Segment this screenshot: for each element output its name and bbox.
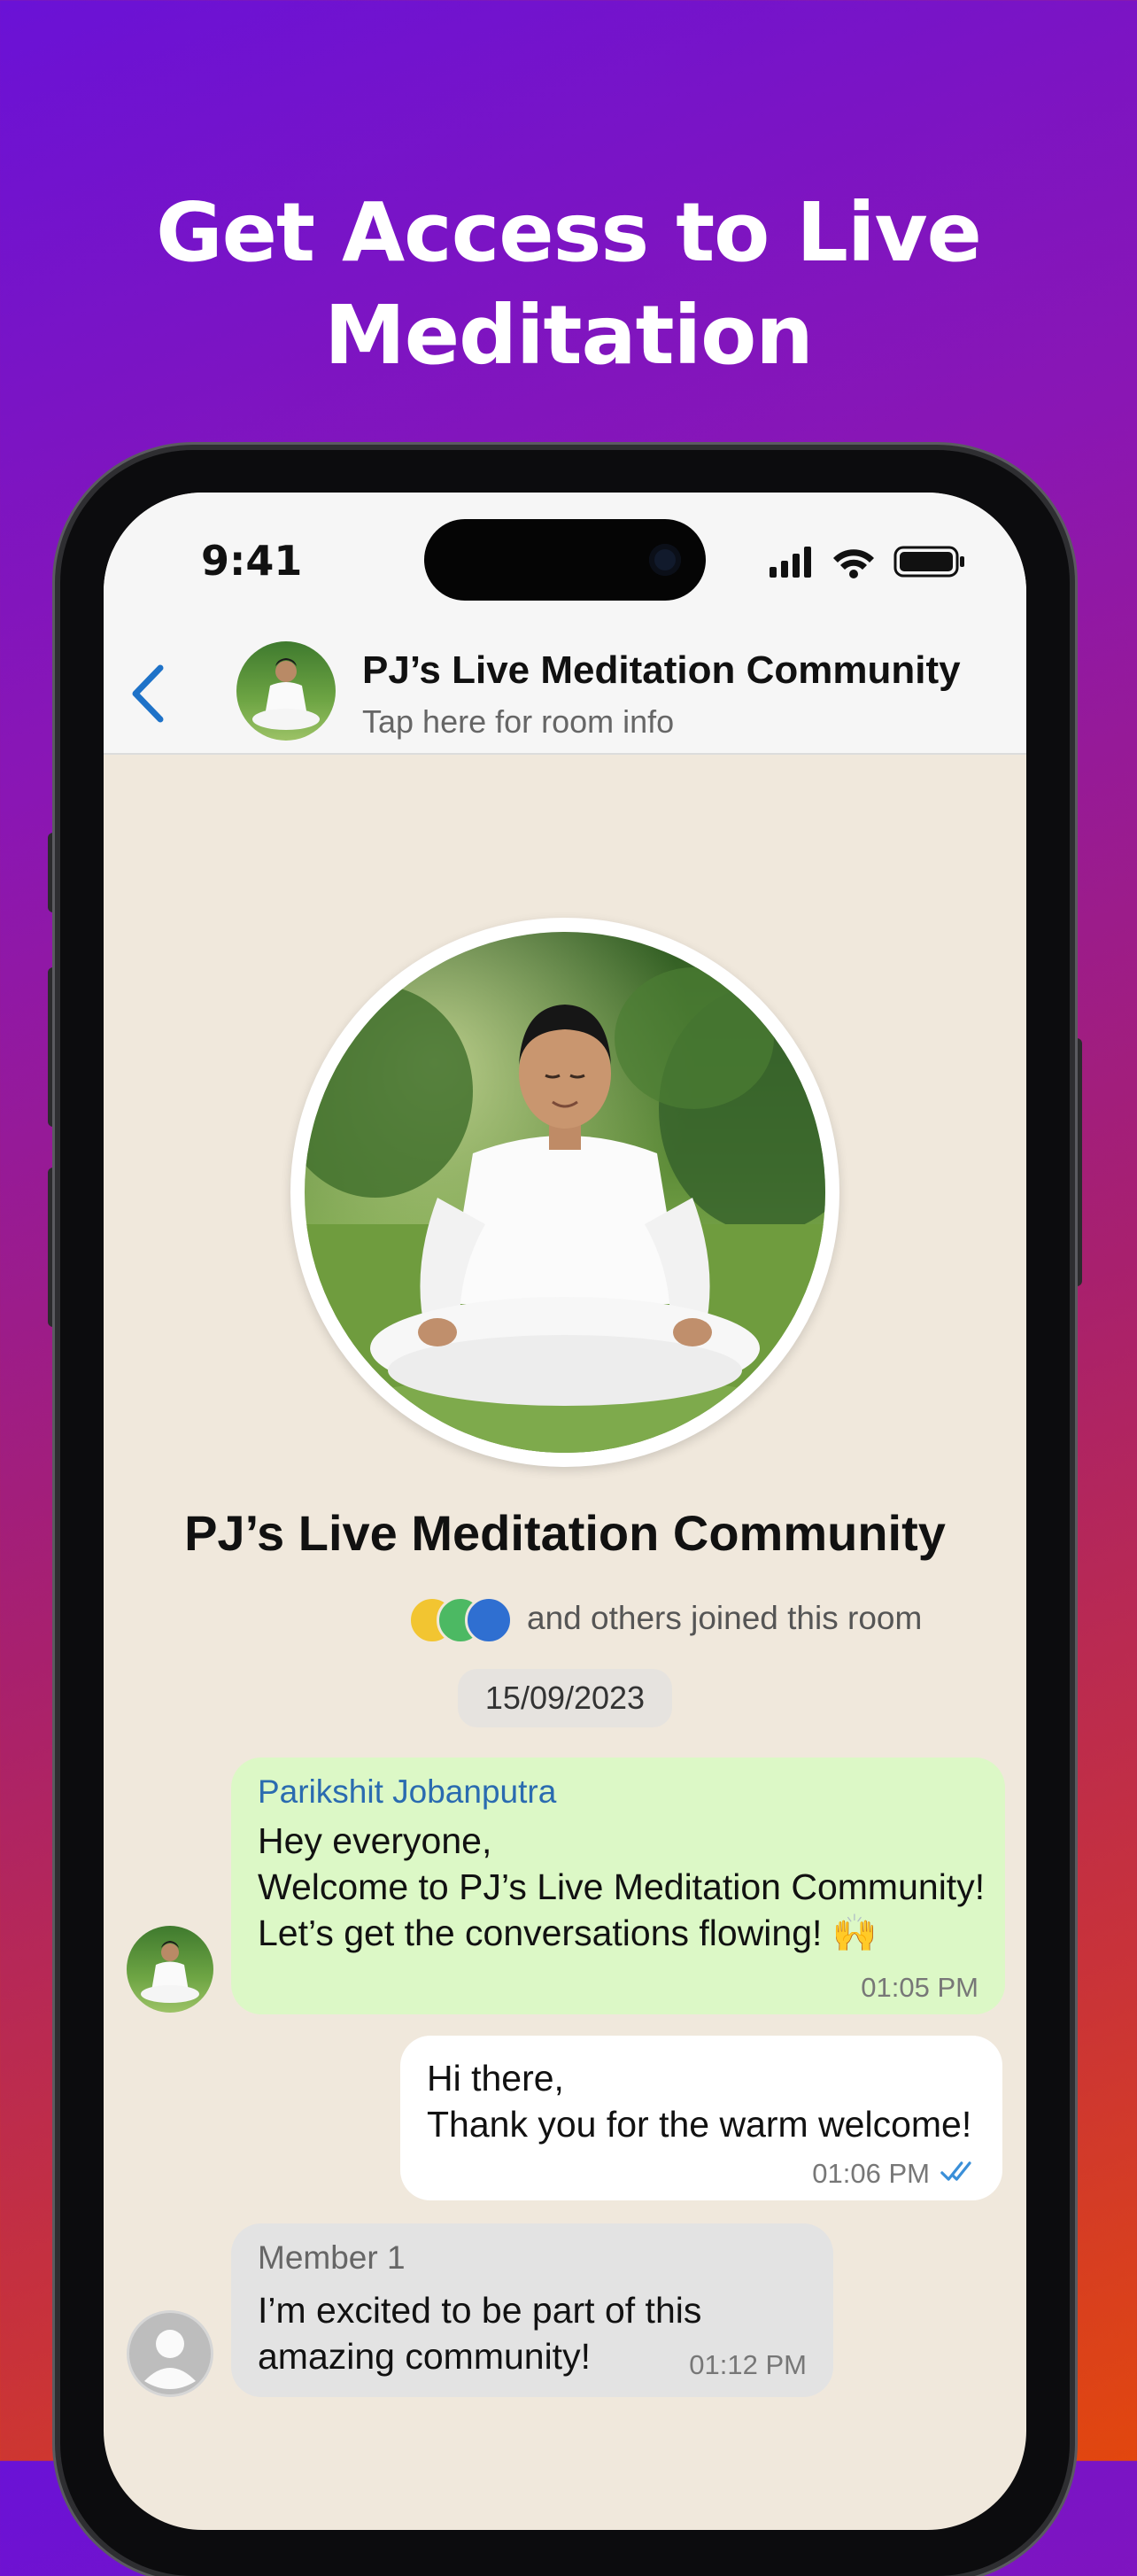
- signal-icon: [770, 547, 811, 578]
- room-avatar[interactable]: [236, 641, 336, 741]
- phone-power-button: [1070, 1038, 1082, 1286]
- phone-screen: 9:41 PJ’s Live Meditation Community Tap …: [104, 493, 1026, 2530]
- status-bar: 9:41: [104, 493, 1026, 643]
- message-line: Let’s get the conversations flowing! 🙌: [258, 1913, 878, 1953]
- headline-line-2: Meditation: [324, 288, 814, 383]
- message-line: amazing community!: [258, 2336, 591, 2377]
- joined-text: and others joined this room: [527, 1600, 923, 1636]
- phone-volume-up: [48, 967, 60, 1127]
- message-line: Welcome to PJ’s Live Meditation Communit…: [258, 1866, 986, 1907]
- message-time: 01:06 PM: [812, 2158, 930, 2189]
- message-line: Thank you for the warm welcome!: [427, 2104, 972, 2145]
- member-dot-blue: [465, 1596, 513, 1644]
- message-line: Hi there,: [427, 2058, 564, 2099]
- status-icons: [770, 546, 964, 578]
- header-title: PJ’s Live Meditation Community: [362, 648, 961, 692]
- default-avatar-icon[interactable]: [127, 2310, 213, 2397]
- chat-header[interactable]: PJ’s Live Meditation Community Tap here …: [104, 625, 1026, 755]
- battery-icon: [893, 546, 964, 578]
- status-time: 9:41: [201, 537, 303, 585]
- message-sender: Parikshit Jobanputra: [258, 1773, 557, 1810]
- header-subtitle: Tap here for room info: [362, 703, 675, 740]
- message-bubble-incoming[interactable]: Parikshit Jobanputra Hey everyone, Welco…: [231, 1757, 1005, 2014]
- message-line: Hey everyone,: [258, 1820, 492, 1861]
- camera-icon: [649, 544, 681, 576]
- chat-area[interactable]: PJ’s Live Meditation Community and other…: [104, 753, 1026, 2530]
- wifi-icon: [833, 549, 874, 578]
- message-time: 01:05 PM: [861, 1972, 978, 2003]
- headline-line-1: Get Access to Live: [156, 185, 982, 280]
- room-profile-photo[interactable]: [290, 918, 839, 1467]
- message-bubble-outgoing[interactable]: Hi there, Thank you for the warm welcome…: [400, 2036, 1002, 2200]
- headline: Get Access to Live Meditation: [0, 182, 1137, 387]
- message-line: I’m excited to be part of this: [258, 2290, 702, 2331]
- room-name: PJ’s Live Meditation Community: [184, 1505, 946, 1561]
- message-time: 01:12 PM: [689, 2349, 807, 2380]
- sender-avatar[interactable]: [127, 1926, 213, 2013]
- double-check-icon: [940, 2161, 971, 2181]
- dynamic-island: [424, 519, 706, 601]
- message-bubble-incoming[interactable]: Member 1 I’m excited to be part of this …: [231, 2223, 833, 2397]
- chevron-left-icon[interactable]: [127, 663, 171, 725]
- date-chip: 15/09/2023: [458, 1669, 672, 1727]
- phone-silent-switch: [48, 833, 60, 912]
- message-sender: Member 1: [258, 2239, 406, 2276]
- meditation-photo: [305, 932, 825, 1453]
- phone-volume-down: [48, 1168, 60, 1327]
